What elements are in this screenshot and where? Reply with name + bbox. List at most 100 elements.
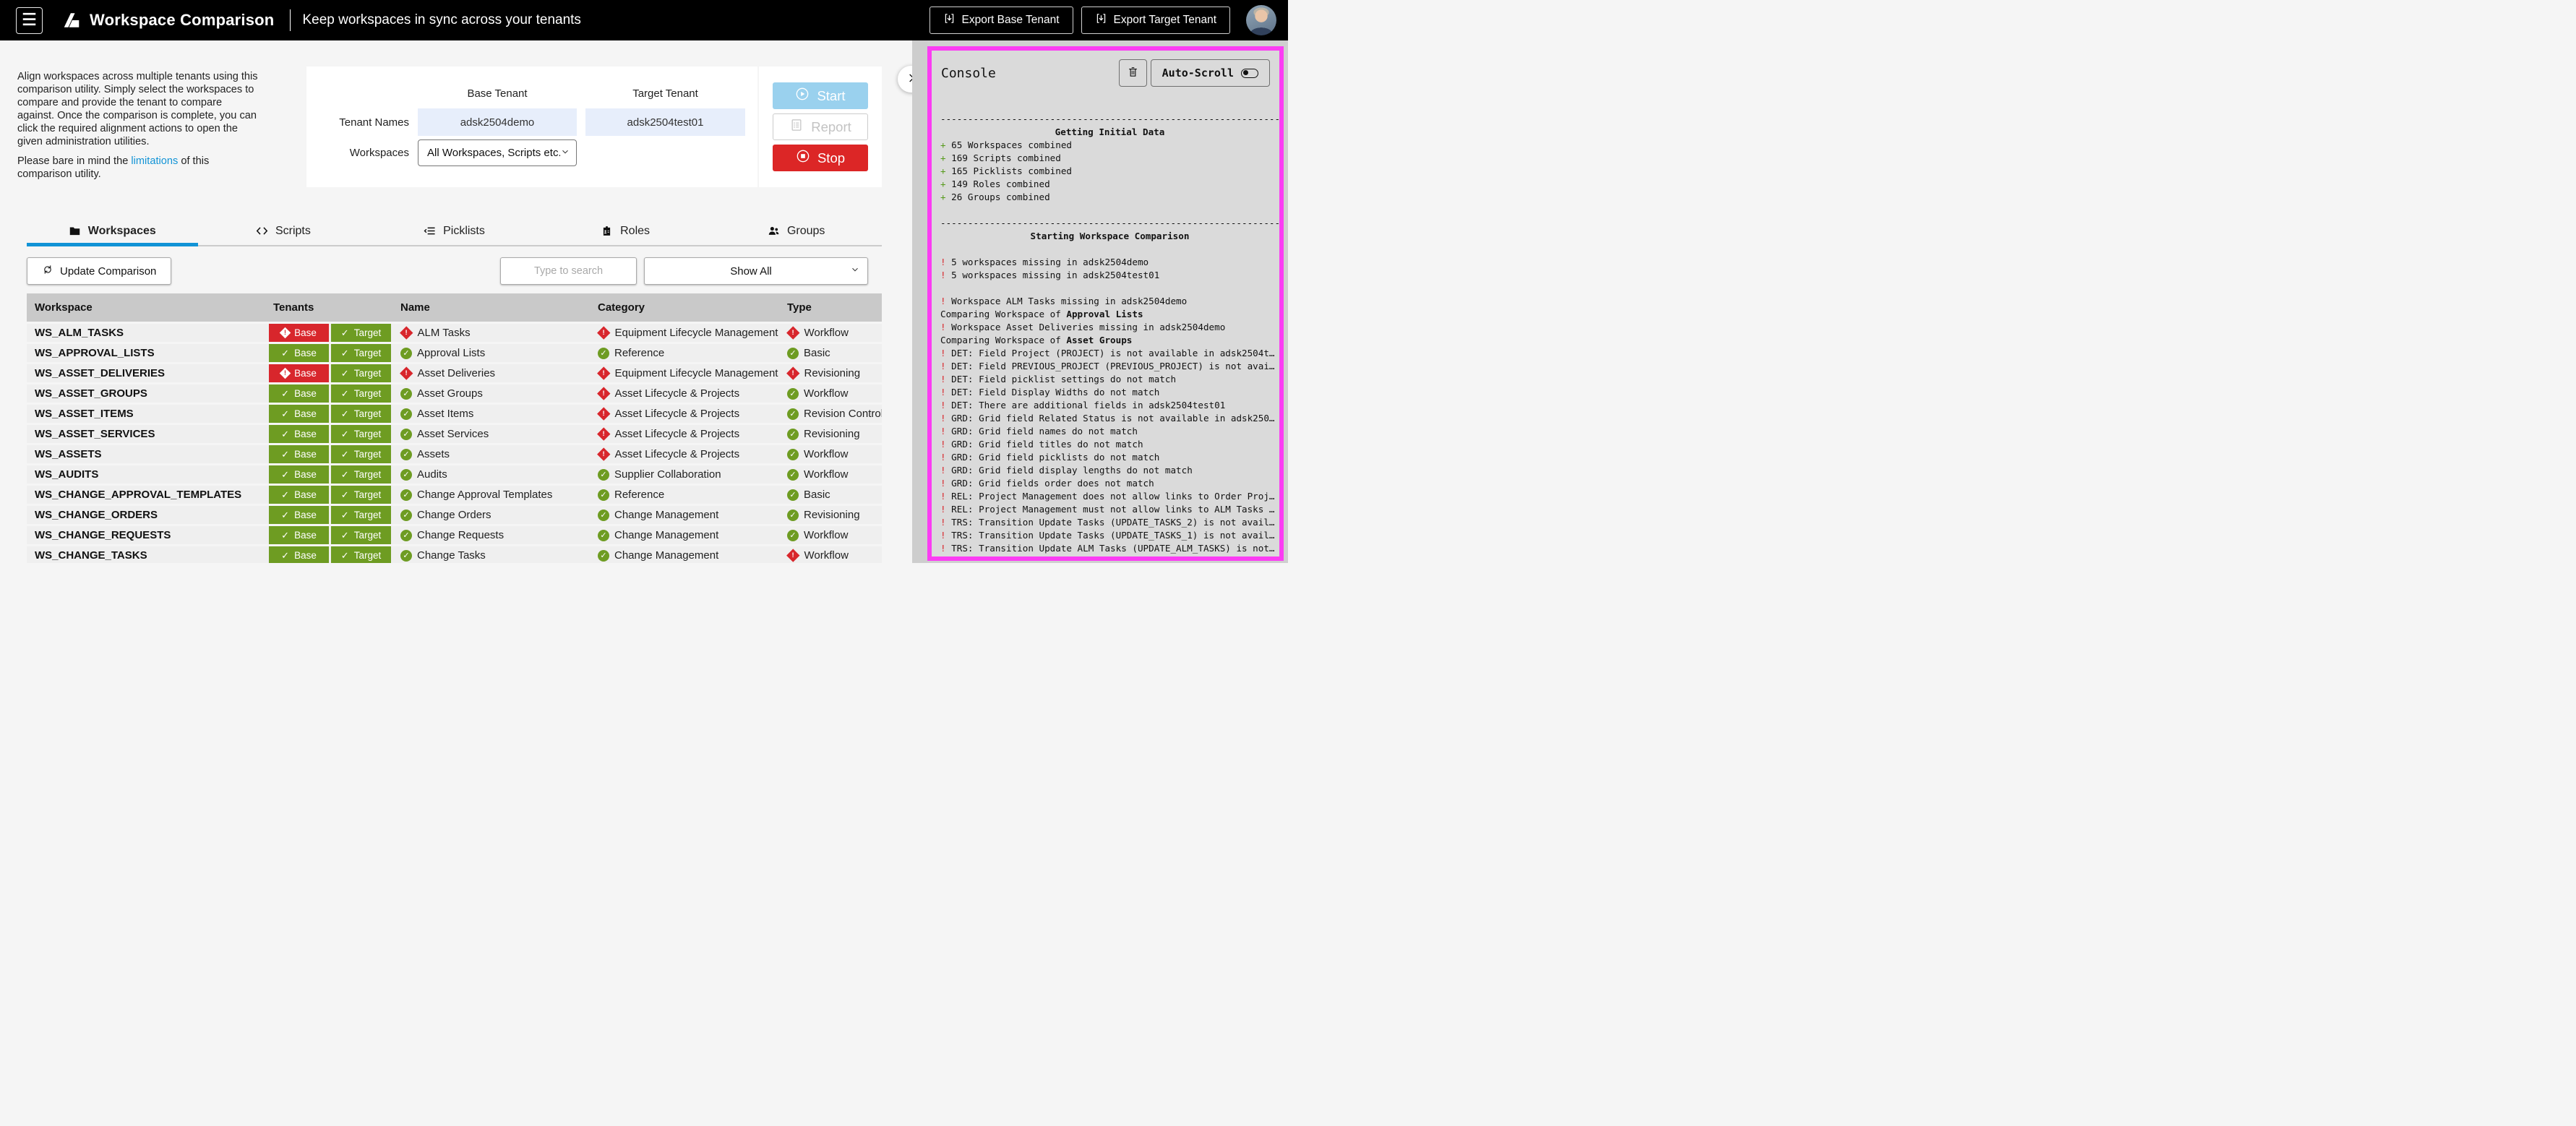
warning-mark: !: [940, 400, 951, 411]
workspaces-select[interactable]: All Workspaces, Scripts etc.: [418, 139, 577, 166]
console-line: ! 5 workspaces missing in adsk2504test01: [940, 269, 1279, 282]
table-row[interactable]: WS_CHANGE_TASKS✓Base✓Target✓Change Tasks…: [27, 546, 882, 563]
right-rail: Console Auto-Scroll --------------------…: [912, 40, 1288, 563]
start-button-label: Start: [817, 88, 845, 104]
base-tenant-badge: ✓Base: [269, 405, 329, 423]
base-badge-label: Base: [294, 327, 317, 338]
clear-console-button[interactable]: [1119, 59, 1147, 87]
table-row[interactable]: WS_CHANGE_REQUESTS✓Base✓Target✓Change Re…: [27, 526, 882, 544]
console-line-text: 149 Roles combined: [951, 179, 1049, 189]
workspace-id: WS_ALM_TASKS: [35, 327, 124, 339]
auto-scroll-toggle-button[interactable]: Auto-Scroll: [1151, 59, 1270, 87]
tenant-form-card: Base Tenant Target Tenant Tenant Names a…: [306, 66, 757, 187]
console-line-text: 165 Picklists combined: [951, 166, 1072, 176]
export-base-tenant-button[interactable]: Export Base Tenant: [929, 7, 1073, 34]
console-line-text: DET: Field Display Widths do not match: [951, 387, 1159, 397]
base-badge-label: Base: [294, 368, 317, 379]
workspace-id: WS_ASSETS: [35, 448, 102, 460]
column-header-category: Category: [593, 301, 781, 314]
table-row[interactable]: WS_ASSET_SERVICES✓Base✓Target✓Asset Serv…: [27, 425, 882, 443]
console-line: ! GRD: Grid fields order does not match: [940, 477, 1279, 490]
workspace-name: ALM Tasks: [418, 327, 471, 339]
console-line: [940, 243, 1279, 256]
tab-picklists[interactable]: Picklists: [369, 217, 540, 245]
hamburger-menu-button[interactable]: [16, 7, 43, 34]
table-row[interactable]: WS_ASSET_DELIVERIES!Base✓Target!Asset De…: [27, 364, 882, 382]
check-icon: ✓: [341, 408, 349, 420]
table-row[interactable]: WS_ASSET_GROUPS✓Base✓Target✓Asset Groups…: [27, 384, 882, 403]
check-icon: ✓: [281, 550, 289, 562]
tab-workspaces[interactable]: Workspaces: [27, 217, 198, 245]
tab-scripts[interactable]: Scripts: [198, 217, 369, 245]
intro-paragraph-2-pre: Please bare in mind the: [17, 155, 131, 167]
base-badge-label: Base: [294, 408, 317, 419]
status-ok-icon: ✓: [400, 388, 412, 400]
base-tenant-badge: !Base: [269, 364, 329, 382]
show-all-filter-select[interactable]: Show All: [644, 257, 868, 285]
table-row[interactable]: WS_APPROVAL_LISTS✓Base✓Target✓Approval L…: [27, 344, 882, 362]
console-line-text: TRS: Transition Update ALM Tasks (UPDATE…: [951, 556, 1274, 561]
warning-mark: !: [940, 543, 951, 554]
tab-groups[interactable]: Groups: [710, 217, 882, 245]
base-tenant-badge: ✓Base: [269, 384, 329, 403]
stop-button[interactable]: Stop: [773, 145, 868, 171]
tenant-names-label: Tenant Names: [314, 116, 409, 129]
report-button[interactable]: Report: [773, 113, 868, 140]
avatar[interactable]: [1246, 5, 1276, 35]
target-tenant-badge: ✓Target: [331, 445, 391, 463]
console-line: ! DET: There are additional fields in ad…: [940, 399, 1279, 412]
workspace-type: Revisioning: [804, 509, 860, 521]
limitations-link[interactable]: limitations: [131, 155, 178, 167]
workspace-type: Basic: [804, 347, 830, 359]
console-line-text: 65 Workspaces combined: [951, 139, 1072, 150]
target-badge-label: Target: [354, 388, 382, 399]
status-ok-icon: ✓: [400, 530, 412, 541]
table-row[interactable]: WS_ASSET_ITEMS✓Base✓Target✓Asset Items!A…: [27, 405, 882, 423]
workspace-type: Workflow: [804, 468, 848, 481]
target-tenant-value: adsk2504test01: [627, 116, 704, 129]
status-error-icon: !: [597, 367, 610, 380]
status-ok-icon: ✓: [400, 408, 412, 420]
console-line-bold-text: Approval Lists: [1066, 309, 1143, 319]
start-button[interactable]: Start: [773, 82, 868, 109]
console-line-text: TRS: Transition Update Tasks (UPDATE_TAS…: [951, 517, 1274, 528]
target-badge-label: Target: [354, 449, 382, 460]
target-badge-label: Target: [354, 429, 382, 439]
target-tenant-badge: ✓Target: [331, 384, 391, 403]
warning-mark: !: [940, 413, 951, 424]
export-target-tenant-button[interactable]: Export Target Tenant: [1081, 7, 1230, 34]
tab-roles[interactable]: Roles: [540, 217, 711, 245]
autodesk-logo-icon: [62, 11, 81, 30]
status-ok-icon: ✓: [787, 348, 799, 359]
table-row[interactable]: WS_CHANGE_ORDERS✓Base✓Target✓Change Orde…: [27, 506, 882, 524]
download-icon: [1095, 12, 1107, 28]
workspace-category: Asset Lifecycle & Projects: [615, 428, 740, 440]
base-badge-label: Base: [294, 348, 317, 358]
base-badge-label: Base: [294, 510, 317, 520]
workspace-id: WS_CHANGE_ORDERS: [35, 509, 158, 521]
workspace-name: Audits: [417, 468, 447, 481]
update-comparison-button[interactable]: Update Comparison: [27, 257, 171, 285]
base-badge-label: Base: [294, 429, 317, 439]
workspace-type: Revisioning: [804, 367, 861, 379]
tab-bar: WorkspacesScriptsPicklistsRolesGroups: [27, 217, 882, 246]
target-tenant-field[interactable]: adsk2504test01: [585, 108, 745, 136]
status-error-icon: !: [597, 387, 610, 400]
collapse-console-button[interactable]: [898, 66, 912, 93]
status-error-icon: !: [597, 408, 610, 421]
search-input[interactable]: [500, 257, 637, 285]
status-ok-icon: ✓: [400, 348, 412, 359]
plus-mark: +: [940, 179, 951, 189]
target-tenant-badge: ✓Target: [331, 546, 391, 563]
warning-mark: !: [940, 296, 951, 306]
table-row[interactable]: WS_ALM_TASKS!Base✓Target!ALM Tasks!Equip…: [27, 324, 882, 342]
table-row[interactable]: WS_AUDITS✓Base✓Target✓Audits✓Supplier Co…: [27, 465, 882, 484]
vertical-scrollbar[interactable]: [912, 40, 927, 563]
status-ok-icon: ✓: [787, 469, 799, 481]
base-tenant-field[interactable]: adsk2504demo: [418, 108, 577, 136]
table-row[interactable]: WS_ASSETS✓Base✓Target✓Assets!Asset Lifec…: [27, 445, 882, 463]
workspace-category: Supplier Collaboration: [614, 468, 721, 481]
console-line-text: Workspace Asset Deliveries missing in ad…: [951, 322, 1225, 332]
stop-icon: [796, 149, 810, 167]
table-row[interactable]: WS_CHANGE_APPROVAL_TEMPLATES✓Base✓Target…: [27, 486, 882, 504]
